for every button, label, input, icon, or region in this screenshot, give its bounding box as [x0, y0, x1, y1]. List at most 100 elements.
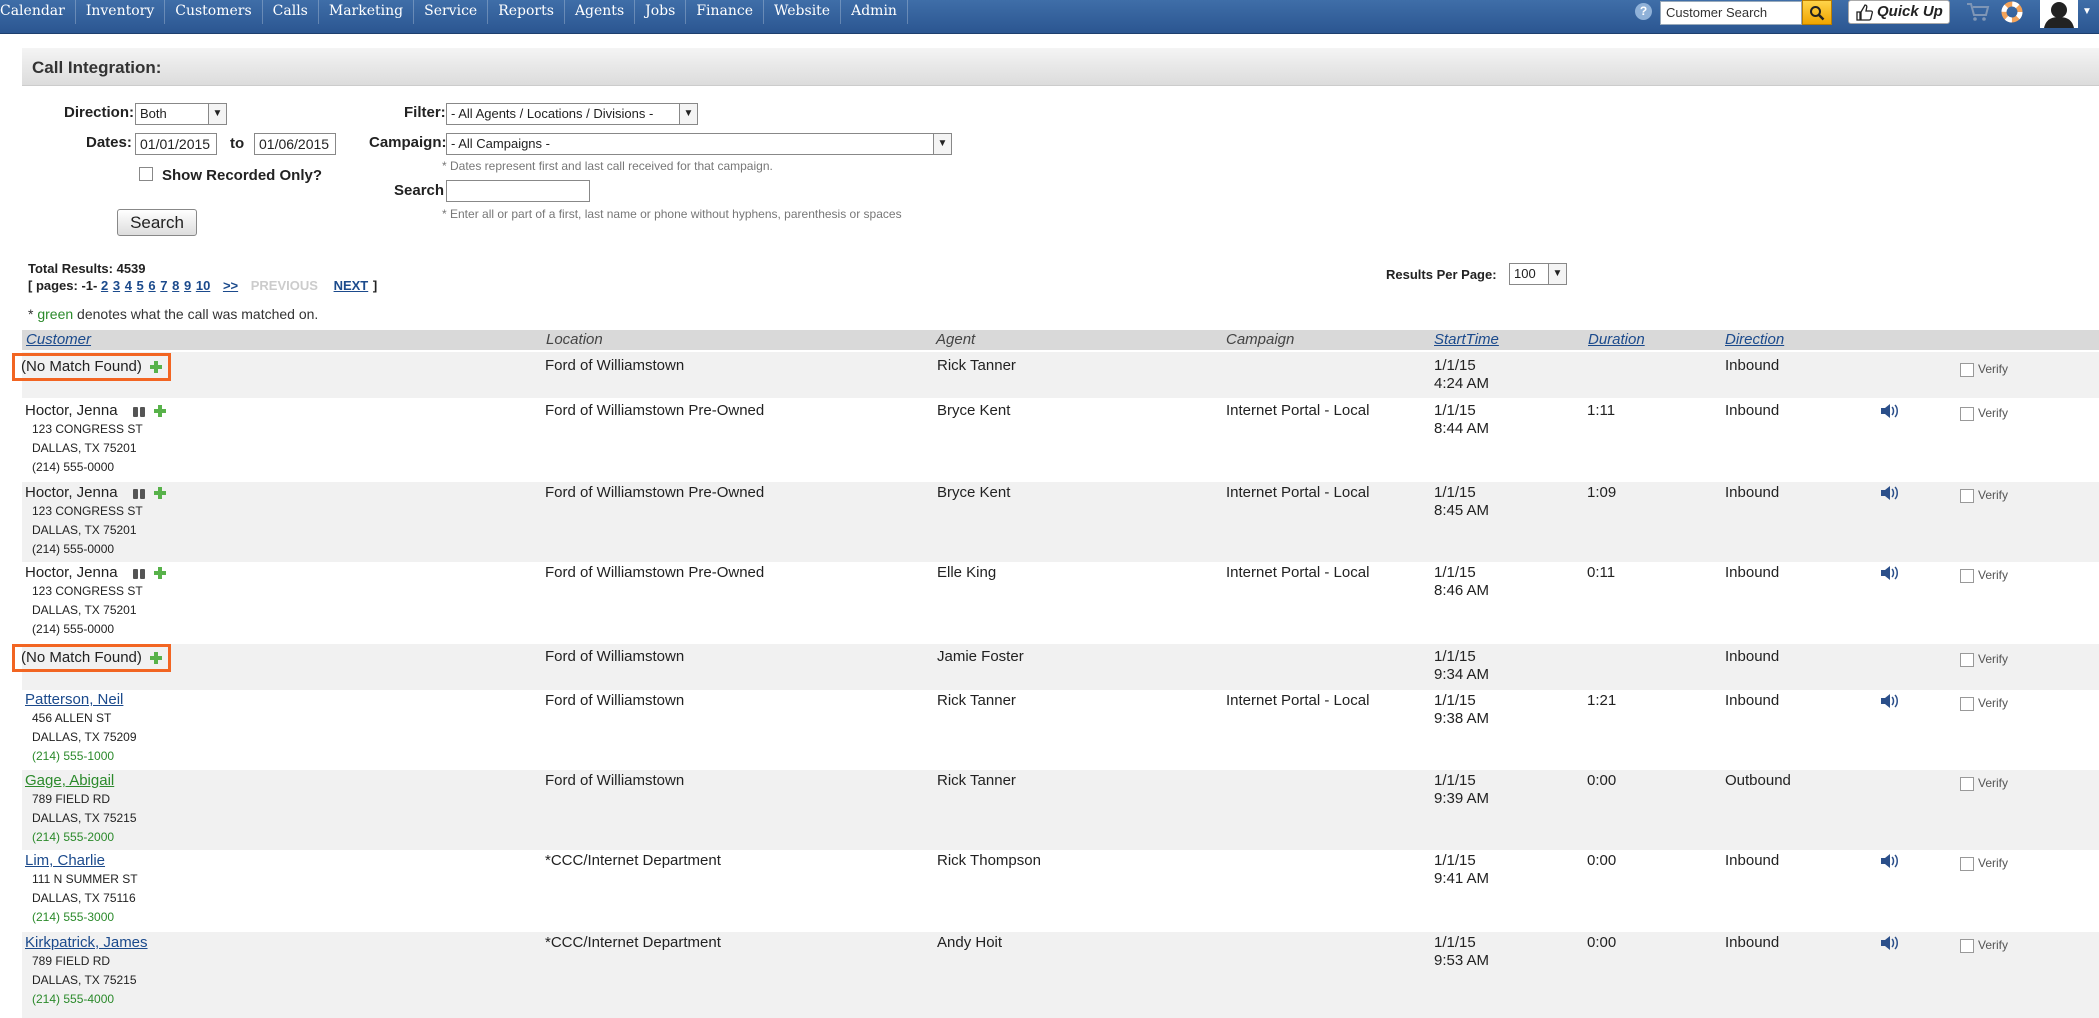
direction: Inbound — [1725, 692, 1780, 709]
speaker-icon[interactable] — [1879, 934, 1901, 952]
search-button[interactable]: Search — [117, 209, 197, 236]
nav-customers[interactable]: Customers — [165, 0, 263, 24]
speaker-icon[interactable] — [1879, 852, 1901, 870]
nav-calls[interactable]: Calls — [263, 0, 319, 24]
customer-link[interactable]: Gage, Abigail — [25, 772, 114, 789]
col-duration[interactable]: Duration — [1588, 331, 1645, 348]
date-to-label: to — [230, 135, 245, 152]
speaker-icon[interactable] — [1879, 564, 1901, 582]
binoculars-icon[interactable] — [132, 487, 146, 500]
verify-label: Verify — [1978, 856, 2009, 870]
start-date: 1/1/15 — [1434, 357, 1476, 374]
customer-link[interactable]: Patterson, Neil — [25, 691, 123, 708]
verify-checkbox[interactable]: Verify — [1960, 776, 2008, 791]
campaign: Internet Portal - Local — [1226, 692, 1370, 709]
add-customer-icon[interactable] — [149, 652, 162, 665]
panel-header: Call Integration: — [22, 48, 2099, 86]
add-customer-icon[interactable] — [149, 361, 162, 374]
col-location: Location — [546, 331, 603, 348]
page-link-4[interactable]: 4 — [125, 278, 132, 293]
col-direction[interactable]: Direction — [1725, 331, 1784, 348]
customer-link[interactable]: Kirkpatrick, James — [25, 934, 148, 951]
start-date: 1/1/15 — [1434, 934, 1476, 951]
nav-service[interactable]: Service — [414, 0, 489, 24]
agent: Bryce Kent — [937, 402, 1011, 419]
nav-inventory[interactable]: Inventory — [76, 0, 166, 24]
verify-checkbox[interactable]: Verify — [1960, 406, 2008, 421]
show-recorded-checkbox[interactable] — [139, 167, 153, 181]
page-link-2[interactable]: 2 — [101, 278, 108, 293]
direction: Outbound — [1725, 772, 1791, 789]
binoculars-icon[interactable] — [132, 405, 146, 418]
quick-up-button[interactable]: Quick Up — [1848, 0, 1950, 24]
direction-select[interactable]: Both ▼ — [135, 103, 227, 125]
cart-icon[interactable] — [1966, 2, 1990, 22]
date-from-input[interactable]: 01/01/2015 — [135, 133, 217, 155]
direction-value: Both — [140, 106, 167, 121]
customer-search-input[interactable]: Customer Search — [1660, 1, 1802, 25]
speaker-icon[interactable] — [1879, 402, 1901, 420]
nav-agents[interactable]: Agents — [565, 0, 636, 24]
search-icon[interactable] — [1802, 0, 1832, 25]
nav-finance[interactable]: Finance — [686, 0, 765, 24]
campaign-select[interactable]: - All Campaigns - ▼ — [446, 133, 952, 155]
nav-jobs[interactable]: Jobs — [635, 0, 687, 24]
page-link-5[interactable]: 5 — [137, 278, 144, 293]
page-link-7[interactable]: 7 — [160, 278, 167, 293]
top-nav-bar: Calendar Inventory Customers Calls Marke… — [0, 0, 2099, 34]
col-campaign: Campaign — [1226, 331, 1295, 348]
location: Ford of Williamstown Pre-Owned — [545, 564, 765, 581]
table-header: Customer Location Agent Campaign StartTi… — [22, 330, 2099, 350]
more-pages-link[interactable]: >> — [223, 278, 238, 293]
filter-label: Filter: — [404, 104, 446, 121]
help-icon[interactable]: ? — [1635, 3, 1652, 20]
nav-admin[interactable]: Admin — [841, 0, 908, 24]
next-link[interactable]: NEXT — [334, 278, 369, 293]
chevron-down-icon[interactable]: ▼ — [2082, 6, 2092, 17]
agent: Rick Tanner — [937, 357, 1016, 374]
verify-checkbox[interactable]: Verify — [1960, 652, 2008, 667]
page-link-8[interactable]: 8 — [172, 278, 179, 293]
location: Ford of Williamstown — [545, 648, 685, 665]
verify-checkbox[interactable]: Verify — [1960, 856, 2008, 871]
date-to-input[interactable]: 01/06/2015 — [254, 133, 336, 155]
col-customer[interactable]: Customer — [26, 331, 91, 348]
location: Ford of Williamstown — [545, 692, 685, 709]
nav-calendar[interactable]: Calendar — [0, 0, 76, 24]
location: Ford of Williamstown — [545, 772, 685, 789]
verify-label: Verify — [1978, 488, 2009, 502]
agent: Andy Hoit — [937, 934, 1003, 951]
chevron-down-icon: ▼ — [933, 134, 951, 154]
customer-link[interactable]: Lim, Charlie — [25, 852, 105, 869]
avatar[interactable] — [2040, 0, 2078, 28]
nav-reports[interactable]: Reports — [488, 0, 565, 24]
search-input[interactable] — [446, 180, 590, 202]
per-page-value: 100 — [1514, 266, 1536, 281]
add-customer-icon[interactable] — [153, 567, 166, 580]
verify-checkbox[interactable]: Verify — [1960, 938, 2008, 953]
filter-select[interactable]: - All Agents / Locations / Divisions - ▼ — [446, 103, 698, 125]
page-link-10[interactable]: 10 — [196, 278, 210, 293]
binoculars-icon[interactable] — [132, 567, 146, 580]
nav-website[interactable]: Website — [764, 0, 842, 24]
col-starttime[interactable]: StartTime — [1434, 331, 1499, 348]
nav-marketing[interactable]: Marketing — [319, 0, 415, 24]
speaker-icon[interactable] — [1879, 692, 1901, 710]
previous-link: PREVIOUS — [250, 278, 318, 293]
page-link-9[interactable]: 9 — [184, 278, 191, 293]
start-date: 1/1/15 — [1434, 648, 1476, 665]
duration: 0:11 — [1587, 564, 1616, 581]
speaker-icon[interactable] — [1879, 484, 1901, 502]
per-page-select[interactable]: 100 ▼ — [1509, 263, 1567, 285]
add-customer-icon[interactable] — [153, 405, 166, 418]
location: Ford of Williamstown — [545, 357, 685, 374]
support-icon[interactable] — [2001, 1, 2023, 23]
page-link-6[interactable]: 6 — [148, 278, 155, 293]
verify-checkbox[interactable]: Verify — [1960, 696, 2008, 711]
add-customer-icon[interactable] — [153, 487, 166, 500]
pages-suffix: ] — [372, 278, 378, 293]
page-link-3[interactable]: 3 — [113, 278, 120, 293]
verify-checkbox[interactable]: Verify — [1960, 362, 2008, 377]
verify-checkbox[interactable]: Verify — [1960, 488, 2008, 503]
verify-checkbox[interactable]: Verify — [1960, 568, 2008, 583]
